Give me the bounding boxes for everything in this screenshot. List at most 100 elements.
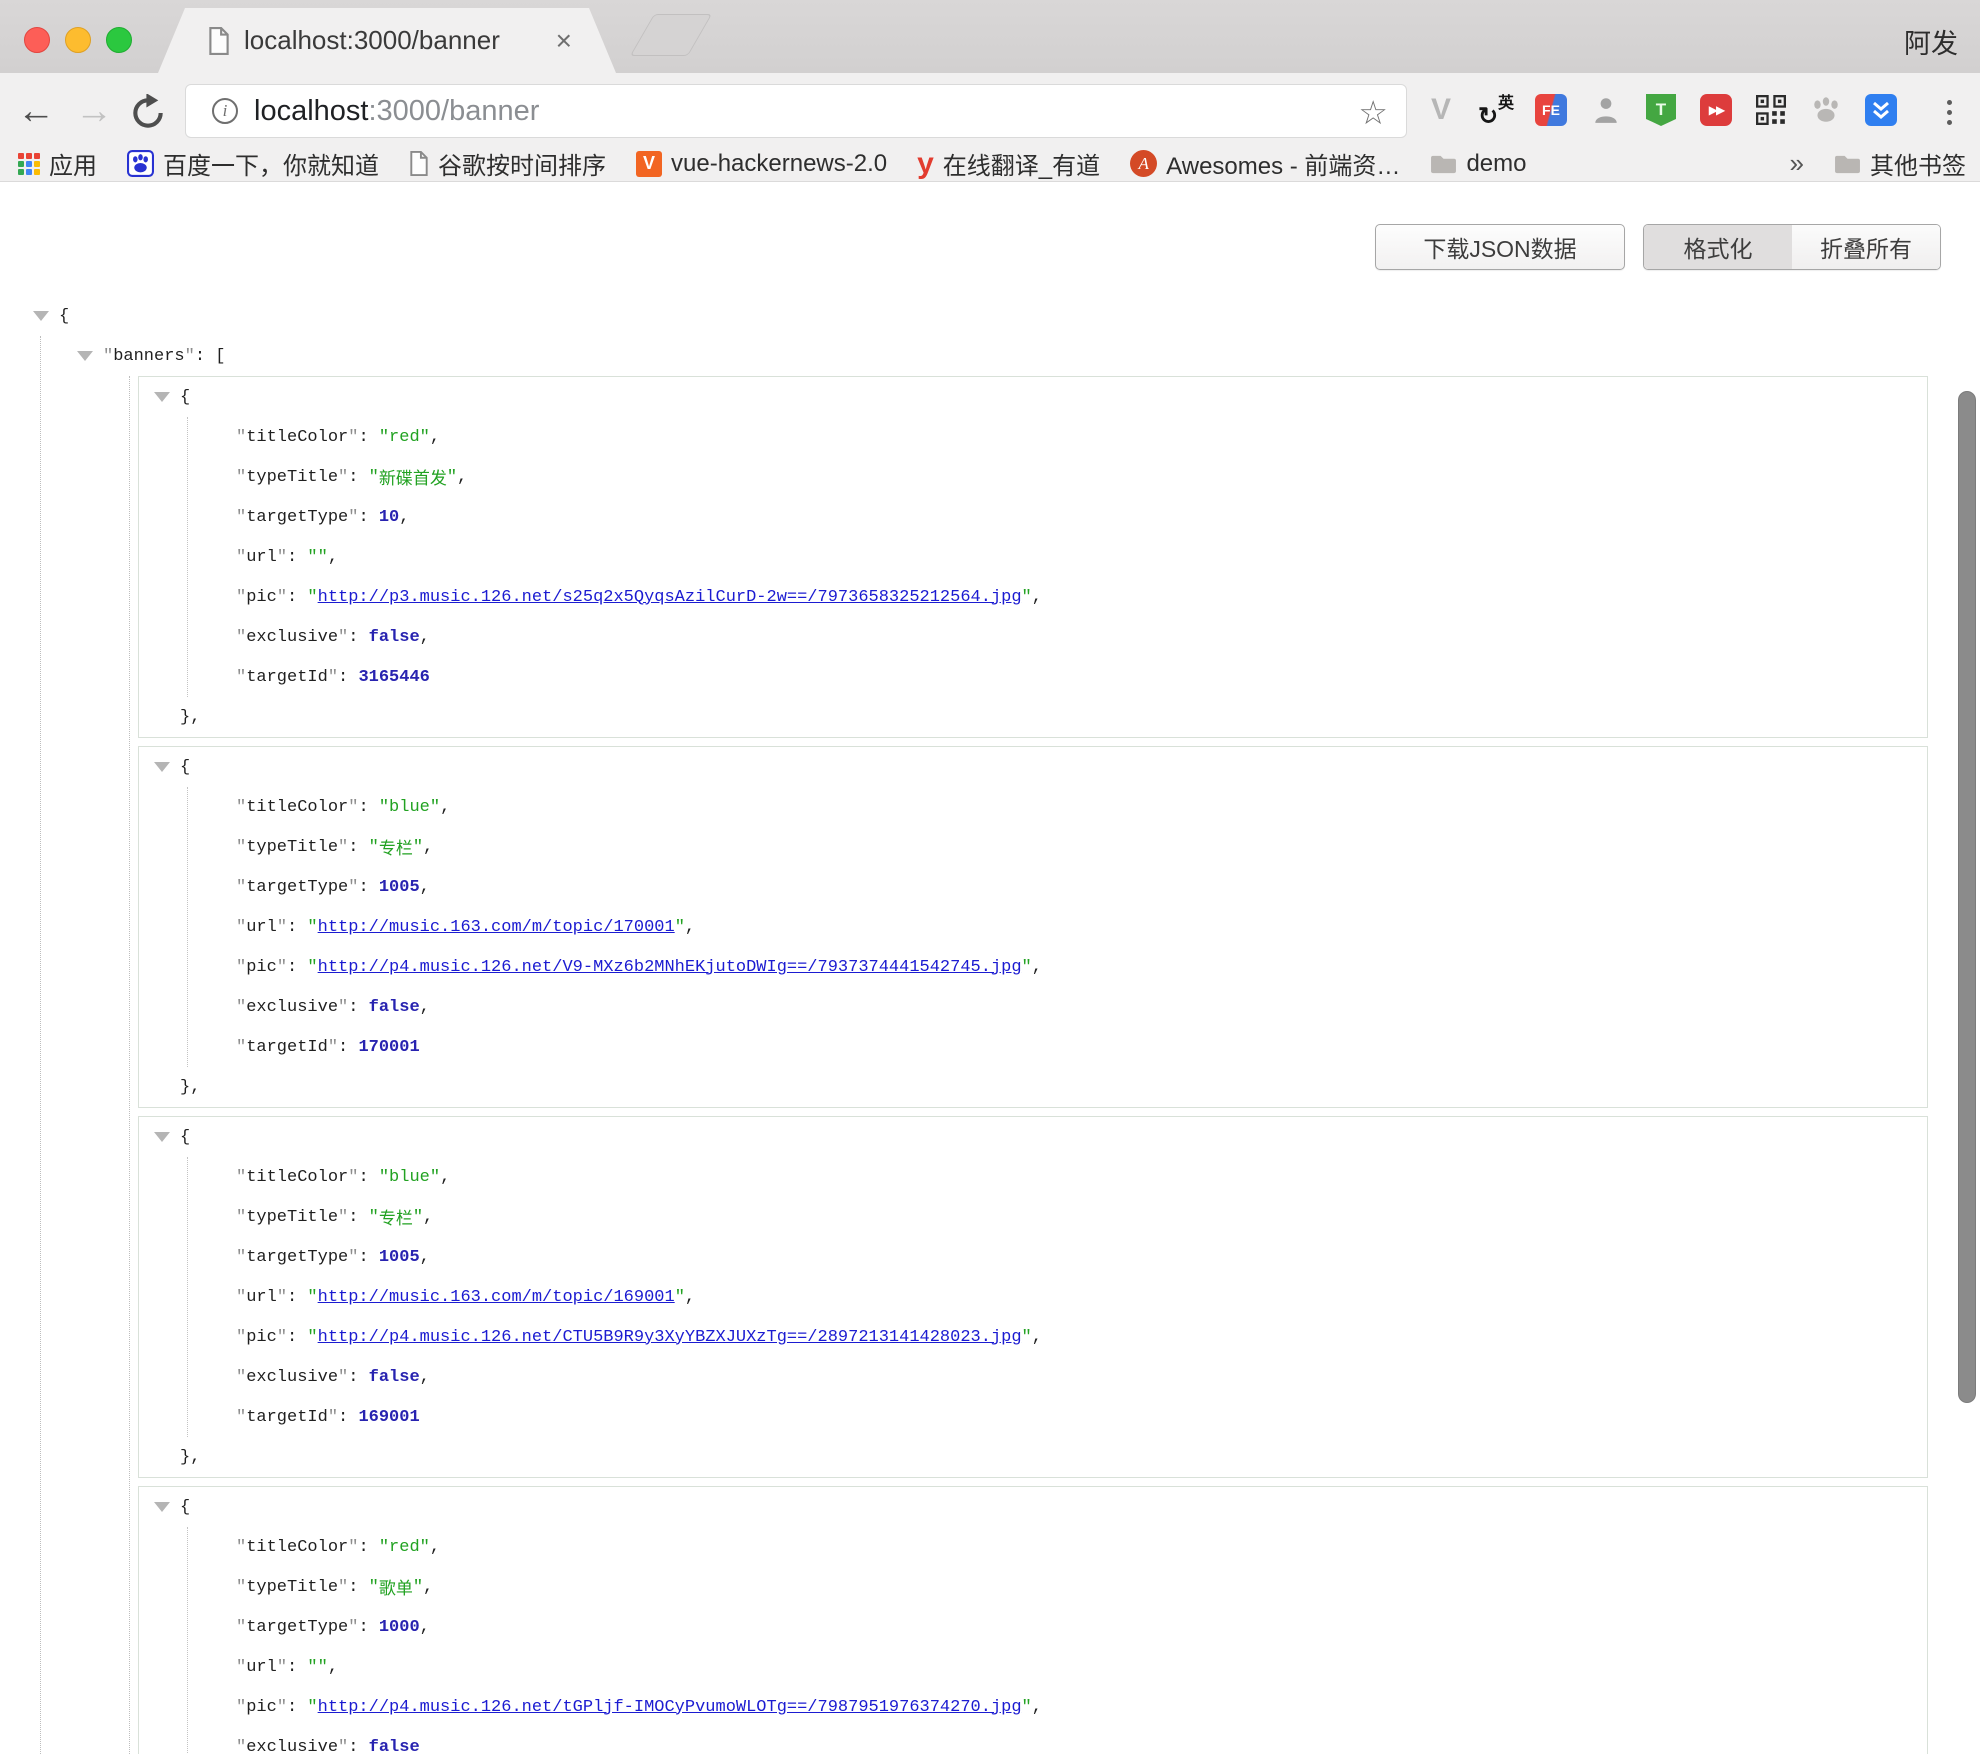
json-colon: : [348, 838, 368, 857]
value-quote: " [1022, 588, 1032, 607]
collapse-arrow-icon[interactable] [33, 311, 49, 321]
fast-forward-extension-icon[interactable]: ▶▶ [1697, 87, 1735, 133]
bookmark-label: vue-hackernews-2.0 [671, 150, 887, 178]
url-path: :3000/banner [368, 95, 539, 127]
collapse-arrow-icon[interactable] [154, 1502, 170, 1512]
zoom-window-button[interactable] [106, 27, 132, 53]
tampermonkey-extension-icon[interactable]: T [1642, 87, 1680, 133]
forward-button-disabled[interactable]: → [68, 85, 120, 137]
json-key: url [246, 918, 277, 937]
collapse-arrow-icon[interactable] [77, 351, 93, 361]
value-quote: " [675, 918, 685, 937]
bookmark-star-icon[interactable]: ☆ [1358, 93, 1388, 132]
translate-extension-icon[interactable]: ↻英 [1477, 87, 1515, 133]
profile-name[interactable]: 阿发 [1904, 22, 1958, 61]
vimium-extension-icon[interactable]: V [1422, 87, 1460, 133]
key-quote: " [338, 1738, 348, 1754]
json-number-value: 1005 [379, 878, 420, 897]
key-quote: " [348, 508, 358, 527]
key-quote: " [236, 998, 246, 1017]
url-host: localhost [254, 95, 368, 127]
json-object-close-row: }, [139, 1067, 1927, 1107]
json-key: typeTitle [246, 1578, 338, 1597]
reload-icon [129, 94, 167, 132]
reload-button[interactable] [128, 93, 168, 133]
close-window-button[interactable] [24, 27, 50, 53]
value-quote: " [369, 1578, 379, 1597]
json-property-targetType: "targetType": 1000, [236, 1607, 1927, 1647]
json-colon: : [348, 1208, 368, 1227]
download-json-button[interactable]: 下载JSON数据 [1375, 224, 1625, 270]
browser-menu-icon[interactable] [1934, 95, 1964, 129]
json-key: exclusive [246, 1368, 338, 1387]
bookmark-folder-demo[interactable]: demo [1430, 150, 1526, 178]
json-string-value: blue [389, 798, 430, 817]
tab-close-icon[interactable]: × [556, 27, 572, 55]
json-property-exclusive: "exclusive": false, [236, 617, 1927, 657]
bookmark-baidu[interactable]: 百度一下，你就知道 [127, 146, 379, 181]
bookmark-vue-hackernews[interactable]: V vue-hackernews-2.0 [636, 150, 887, 178]
json-link-value[interactable]: http://p4.music.126.net/tGPljf-IMOCyPvum… [318, 1698, 1022, 1717]
key-quote: " [236, 1248, 246, 1267]
json-link-value[interactable]: http://p4.music.126.net/CTU5B9R9y3XyYBZX… [318, 1328, 1022, 1347]
value-quote: " [413, 1578, 423, 1597]
browser-window: localhost:3000/banner × 阿发 ← → i localho… [0, 0, 1980, 1754]
new-tab-button[interactable] [630, 14, 712, 56]
key-quote: " [277, 1658, 287, 1677]
apps-grid-icon [18, 153, 40, 175]
blue-shield-extension-icon[interactable] [1862, 87, 1900, 133]
bookmark-awesomes[interactable]: A Awesomes - 前端资… [1130, 146, 1400, 181]
person-extension-icon[interactable] [1587, 87, 1625, 133]
key-quote: " [277, 548, 287, 567]
bookmark-google-sort[interactable]: 谷歌按时间排序 [409, 146, 606, 181]
value-quote: " [379, 798, 389, 817]
bookmarks-overflow-chevron[interactable]: » [1790, 148, 1804, 179]
key-quote: " [348, 1538, 358, 1557]
paw-extension-icon[interactable] [1807, 87, 1845, 133]
json-object-close-row: }, [139, 697, 1927, 737]
json-property-titleColor: "titleColor": "red", [236, 417, 1927, 457]
collapse-arrow-icon[interactable] [154, 392, 170, 402]
json-colon: : [348, 628, 368, 647]
minimize-window-button[interactable] [65, 27, 91, 53]
bookmark-apps[interactable]: 应用 [18, 146, 97, 181]
other-bookmarks-label: 其他书签 [1870, 146, 1966, 181]
page-info-icon[interactable]: i [212, 98, 238, 124]
json-link-value[interactable]: http://p4.music.126.net/V9-MXz6b2MNhEKju… [318, 958, 1022, 977]
json-open-brace: { [59, 307, 69, 326]
bookmark-label: 谷歌按时间排序 [438, 146, 606, 181]
format-button[interactable]: 格式化 [1644, 225, 1792, 269]
key-quote: " [236, 1738, 246, 1754]
json-comma: , [423, 1208, 433, 1227]
collapse-arrow-icon[interactable] [154, 762, 170, 772]
json-link-value[interactable]: http://music.163.com/m/topic/169001 [318, 1288, 675, 1307]
key-quote: " [277, 918, 287, 937]
value-quote: " [307, 918, 317, 937]
value-quote: " [447, 468, 457, 487]
json-property-targetType: "targetType": 10, [236, 497, 1927, 537]
qr-code-extension-icon[interactable] [1752, 87, 1790, 133]
json-link-value[interactable]: http://p3.music.126.net/s25q2x5QyqsAzilC… [318, 588, 1022, 607]
json-key: typeTitle [246, 468, 338, 487]
scrollbar-thumb[interactable] [1958, 391, 1976, 1403]
collapse-all-button[interactable]: 折叠所有 [1792, 225, 1940, 269]
other-bookmarks[interactable]: 其他书签 [1834, 146, 1966, 181]
browser-tab[interactable]: localhost:3000/banner × [158, 8, 616, 73]
bookmark-label: 百度一下，你就知道 [163, 146, 379, 181]
fe-extension-icon[interactable]: FE [1532, 87, 1570, 133]
key-quote: " [328, 668, 338, 687]
back-button[interactable]: ← [10, 85, 62, 137]
json-link-value[interactable]: http://music.163.com/m/topic/170001 [318, 918, 675, 937]
json-key: exclusive [246, 998, 338, 1017]
json-number-value: 169001 [358, 1408, 419, 1427]
collapse-arrow-icon[interactable] [154, 1132, 170, 1142]
json-root-open: { [33, 296, 1980, 336]
json-colon: : [287, 1658, 307, 1677]
bookmark-youdao-translate[interactable]: y 在线翻译_有道 [917, 146, 1100, 181]
json-colon: : [287, 1328, 307, 1347]
key-quote: " [236, 1618, 246, 1637]
person-icon [1591, 95, 1621, 125]
json-colon: : [358, 1168, 378, 1187]
json-key: targetId [246, 668, 328, 687]
address-bar[interactable]: i localhost:3000/banner ☆ [185, 84, 1407, 138]
